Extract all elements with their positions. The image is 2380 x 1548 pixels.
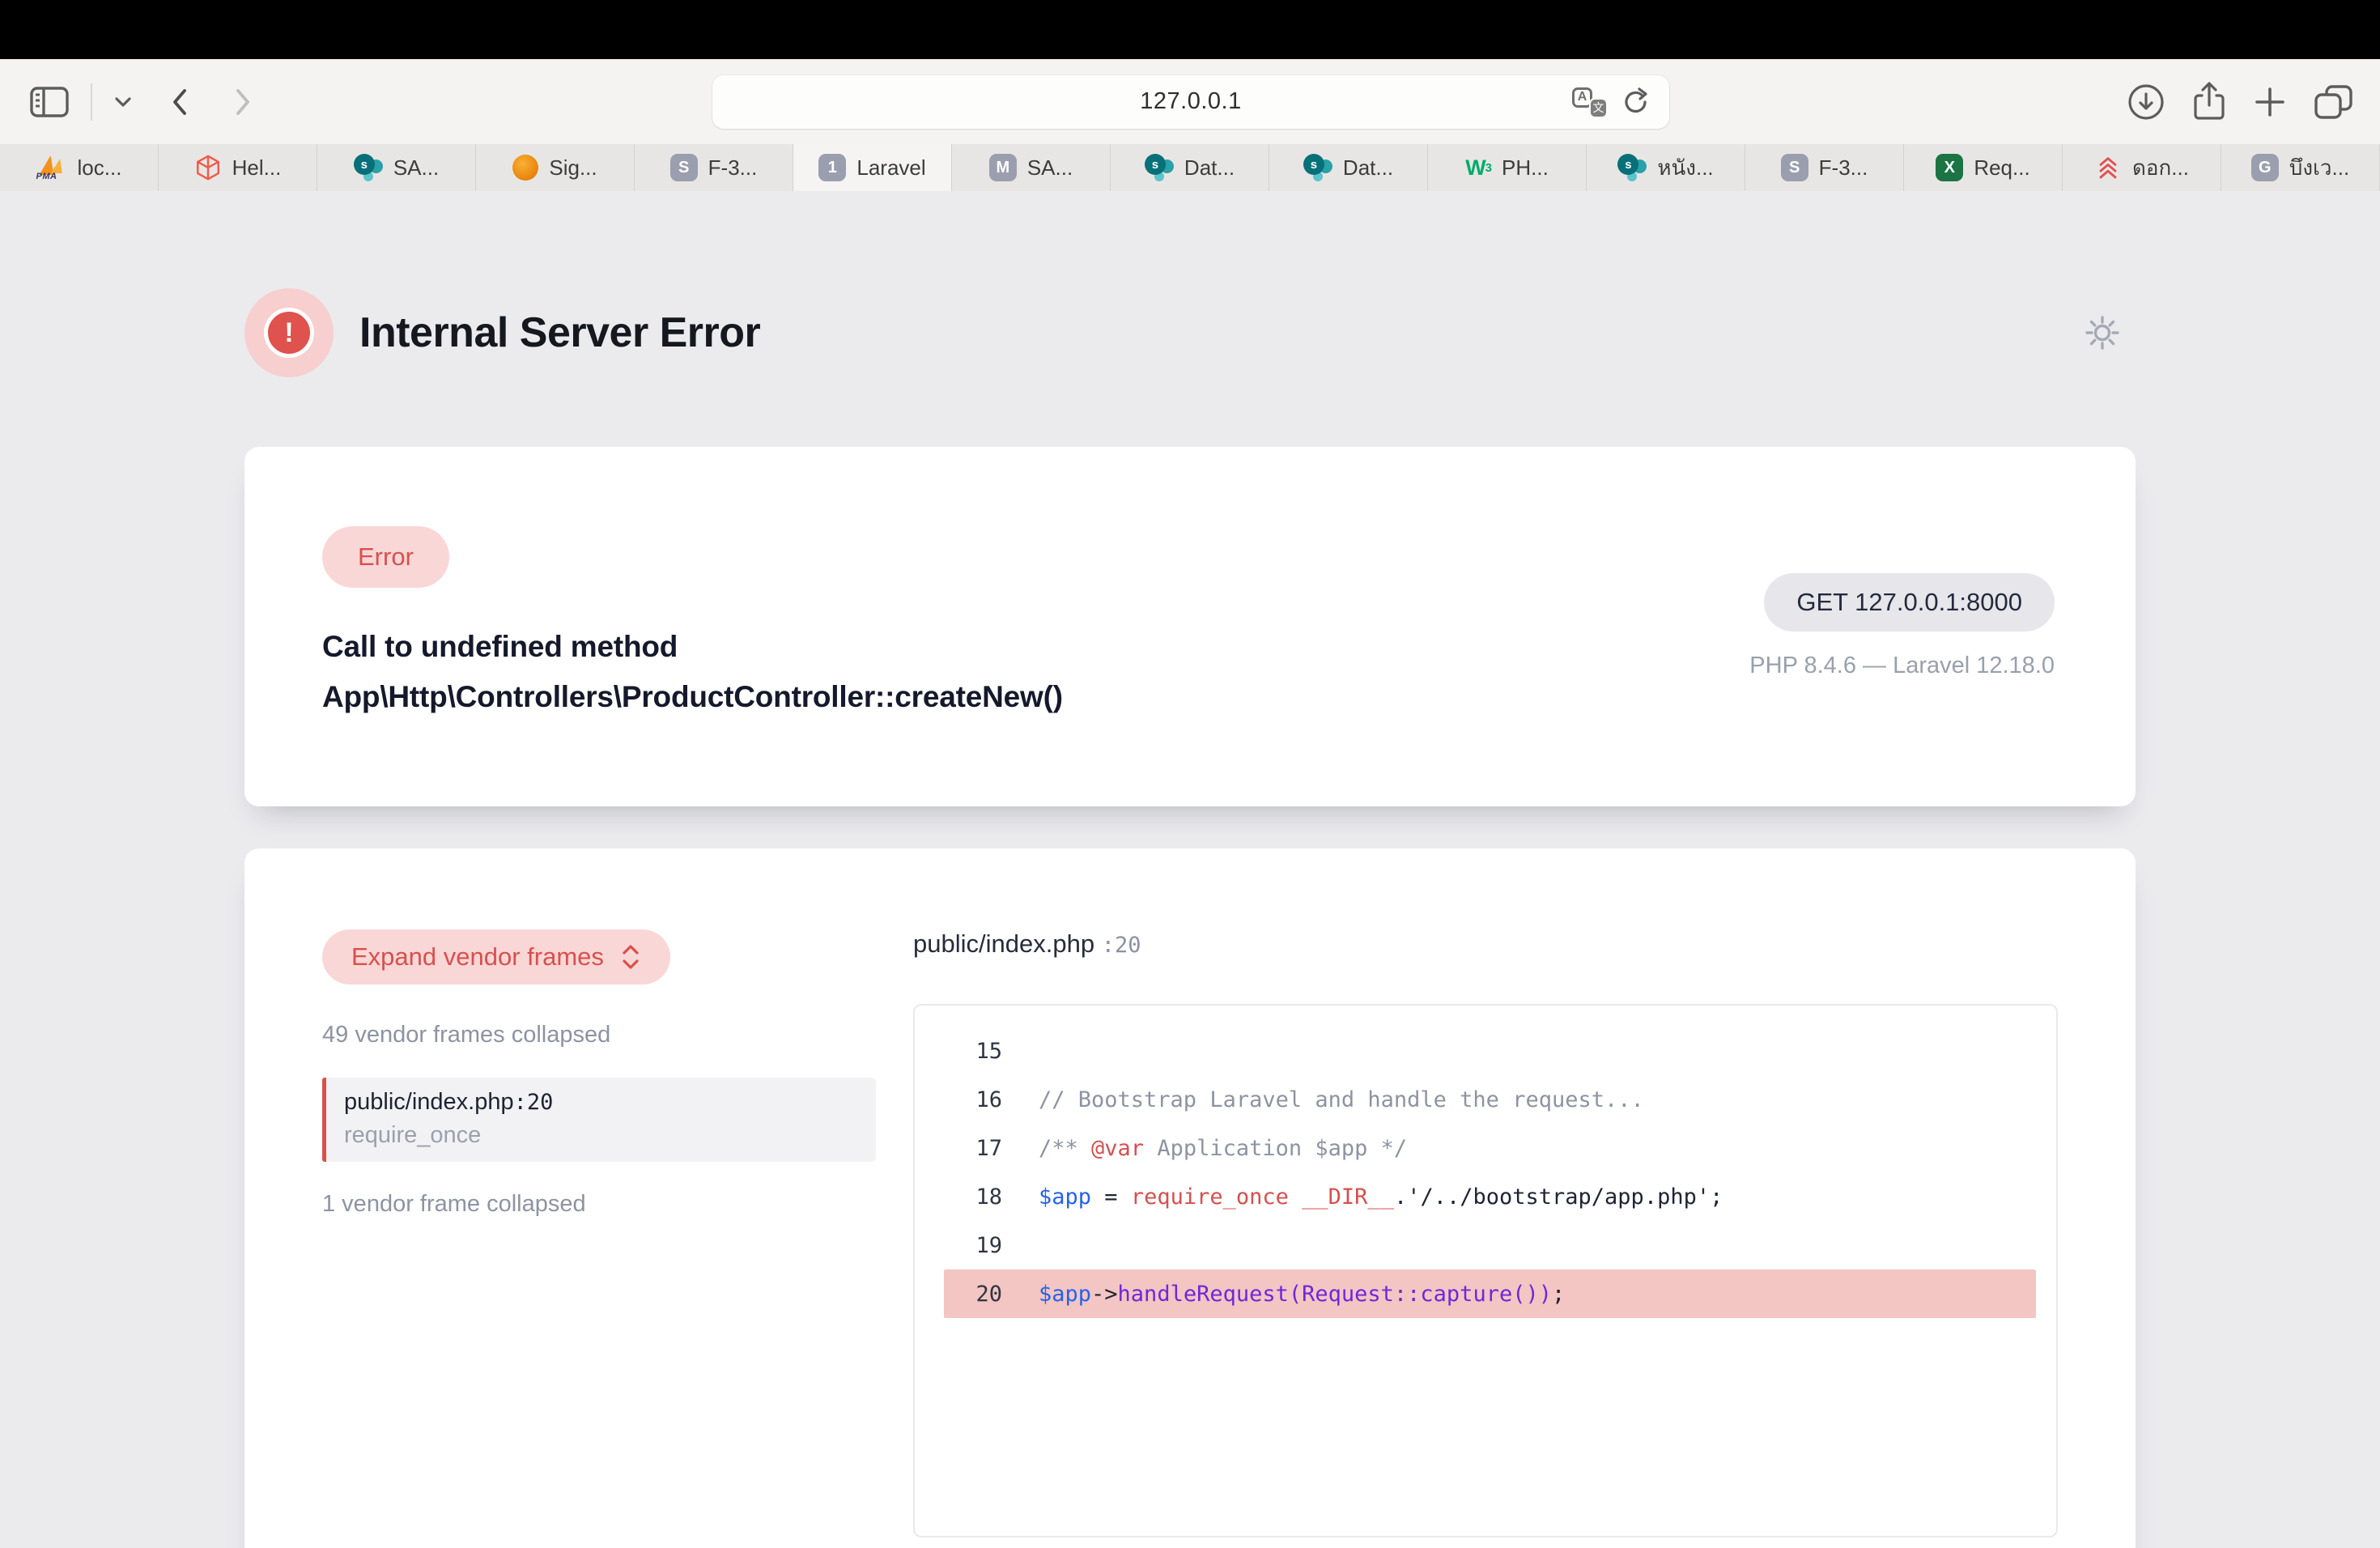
code-text: $app->handleRequest(Request::capture()); xyxy=(1039,1282,1565,1307)
collapsed-frames-note-top: 49 vendor frames collapsed xyxy=(322,1022,876,1048)
expand-chevrons-icon xyxy=(620,943,641,971)
sharepoint-icon: s xyxy=(354,154,383,181)
code-line-15: 15 xyxy=(944,1027,2036,1075)
line-number: 15 xyxy=(944,1039,1002,1064)
stack-frames-column: Expand vendor frames 49 vendor frames co… xyxy=(322,929,876,1548)
menu-bar xyxy=(0,0,2380,59)
tab-label: F-3... xyxy=(1819,155,1868,181)
code-line-20-highlighted: 20 $app->handleRequest(Request::capture()… xyxy=(944,1269,2036,1318)
tab-10[interactable]: W3 PH... xyxy=(1428,144,1587,191)
line-number: 18 xyxy=(944,1184,1002,1210)
tab-letter-badge-icon: M xyxy=(989,154,1017,181)
stack-frame-item[interactable]: public/index.php:20 require_once xyxy=(322,1078,876,1162)
forward-button[interactable] xyxy=(233,87,253,117)
tab-label: SA... xyxy=(1027,155,1073,181)
code-snippet: 15 16 // Bootstrap Laravel and handle the … xyxy=(913,1004,2058,1537)
error-message: Call to undefined method App\Http\Contro… xyxy=(322,622,1063,722)
sidebar-chevron-down-icon[interactable] xyxy=(113,96,133,108)
tab-label: loc... xyxy=(78,155,122,181)
tab-label: SA... xyxy=(393,155,439,181)
request-badge: GET 127.0.0.1:8000 xyxy=(1764,573,2055,632)
tab-label: Sig... xyxy=(549,155,597,181)
tab-label: PH... xyxy=(1502,155,1549,181)
tab-overview-button[interactable] xyxy=(2312,83,2356,121)
browser-toolbar: 127.0.0.1 A文 xyxy=(0,59,2380,144)
toolbar-divider xyxy=(91,83,92,121)
tab-12[interactable]: S F-3... xyxy=(1745,144,1904,191)
tab-13[interactable]: X Req... xyxy=(1904,144,2063,191)
page-header: ! Internal Server Error xyxy=(244,288,2136,377)
tab-letter-badge-icon: G xyxy=(2251,154,2279,181)
tab-7[interactable]: M SA... xyxy=(952,144,1111,191)
chevrons-logo-icon xyxy=(2094,154,2122,181)
back-button[interactable] xyxy=(170,87,189,117)
line-number: 19 xyxy=(944,1233,1002,1258)
tab-letter-badge-icon: S xyxy=(670,154,698,181)
tab-5[interactable]: S F-3... xyxy=(635,144,793,191)
orange-orb-icon xyxy=(512,155,538,181)
code-line-17: 17 /** @var Application $app */ xyxy=(944,1124,2036,1172)
phpmyadmin-icon: PMA xyxy=(36,154,67,181)
tab-letter-badge-icon: 1 xyxy=(818,154,846,181)
line-number: 17 xyxy=(944,1136,1002,1161)
downloads-button[interactable] xyxy=(2126,82,2166,122)
frame-method: require_once xyxy=(344,1122,876,1149)
tab-4[interactable]: Sig... xyxy=(476,144,635,191)
tab-9[interactable]: s Dat... xyxy=(1269,144,1428,191)
sharepoint-icon: s xyxy=(1617,154,1647,181)
tab-label: Req... xyxy=(1974,155,2029,181)
share-button[interactable] xyxy=(2191,81,2228,123)
sharepoint-icon: s xyxy=(1303,154,1332,181)
laravel-logo-icon xyxy=(194,154,222,181)
stack-trace-card: Expand vendor frames 49 vendor frames co… xyxy=(244,848,2136,1548)
tab-label: บึงเว... xyxy=(2289,151,2349,185)
w3schools-icon: W3 xyxy=(1465,155,1491,181)
address-bar[interactable]: 127.0.0.1 A文 xyxy=(712,75,1669,129)
code-text: /** @var Application $app */ xyxy=(1039,1136,1407,1161)
translate-icon[interactable]: A文 xyxy=(1572,86,1608,118)
code-text: $app = require_once __DIR__.'/../bootstr… xyxy=(1039,1184,1723,1210)
page-title: Internal Server Error xyxy=(359,308,760,357)
code-text: // Bootstrap Laravel and handle the requ… xyxy=(1039,1087,1644,1112)
line-number: 16 xyxy=(944,1087,1002,1112)
new-tab-button[interactable] xyxy=(2252,84,2288,120)
tab-1[interactable]: PMA loc... xyxy=(0,144,159,191)
tab-6-active[interactable]: 1 Laravel xyxy=(793,144,952,191)
version-info: PHP 8.4.6 — Laravel 12.18.0 xyxy=(1749,653,2055,679)
tab-2[interactable]: Hel... xyxy=(159,144,317,191)
page-content: ! Internal Server Error Error Call to un… xyxy=(0,191,2380,1548)
line-number: 20 xyxy=(944,1282,1002,1307)
tab-bar: PMA loc... Hel... s SA... Sig... S F-3... 1 Larav… xyxy=(0,144,2380,191)
tab-label: Hel... xyxy=(232,155,282,181)
tab-label: Laravel xyxy=(856,155,925,181)
error-summary-card: Error Call to undefined method App\Http\… xyxy=(244,447,2136,806)
tab-11[interactable]: s หนัง... xyxy=(1587,144,1745,191)
code-line-18: 18 $app = require_once __DIR__.'/../boots… xyxy=(944,1172,2036,1221)
reload-button[interactable] xyxy=(1621,86,1651,118)
tab-letter-badge-icon: S xyxy=(1781,154,1808,181)
tab-15[interactable]: G บึงเว... xyxy=(2221,144,2380,191)
code-line-19: 19 xyxy=(944,1221,2036,1269)
url-text: 127.0.0.1 xyxy=(1140,88,1241,115)
error-icon: ! xyxy=(244,288,334,377)
tab-label: Dat... xyxy=(1184,155,1235,181)
tab-3[interactable]: s SA... xyxy=(317,144,476,191)
error-type-badge: Error xyxy=(322,526,449,588)
tab-letter-badge-icon: X xyxy=(1936,154,1963,181)
tab-label: ดอก... xyxy=(2132,151,2189,185)
tab-label: หนัง... xyxy=(1657,151,1713,185)
expand-vendor-frames-button[interactable]: Expand vendor frames xyxy=(322,929,670,985)
collapsed-frames-note-bottom: 1 vendor frame collapsed xyxy=(322,1191,876,1218)
sidebar-toggle-button[interactable] xyxy=(29,85,70,119)
code-line-16: 16 // Bootstrap Laravel and handle the re… xyxy=(944,1075,2036,1124)
sharepoint-icon: s xyxy=(1145,154,1174,181)
code-file-header: public/index.php :20 xyxy=(913,929,2058,959)
tab-label: Dat... xyxy=(1343,155,1393,181)
theme-toggle-sun-icon[interactable] xyxy=(2084,314,2121,351)
tab-8[interactable]: s Dat... xyxy=(1111,144,1269,191)
tab-label: F-3... xyxy=(708,155,758,181)
code-snippet-column: public/index.php :20 15 16 // Bootstrap La… xyxy=(913,929,2058,1548)
tab-14[interactable]: ดอก... xyxy=(2063,144,2221,191)
